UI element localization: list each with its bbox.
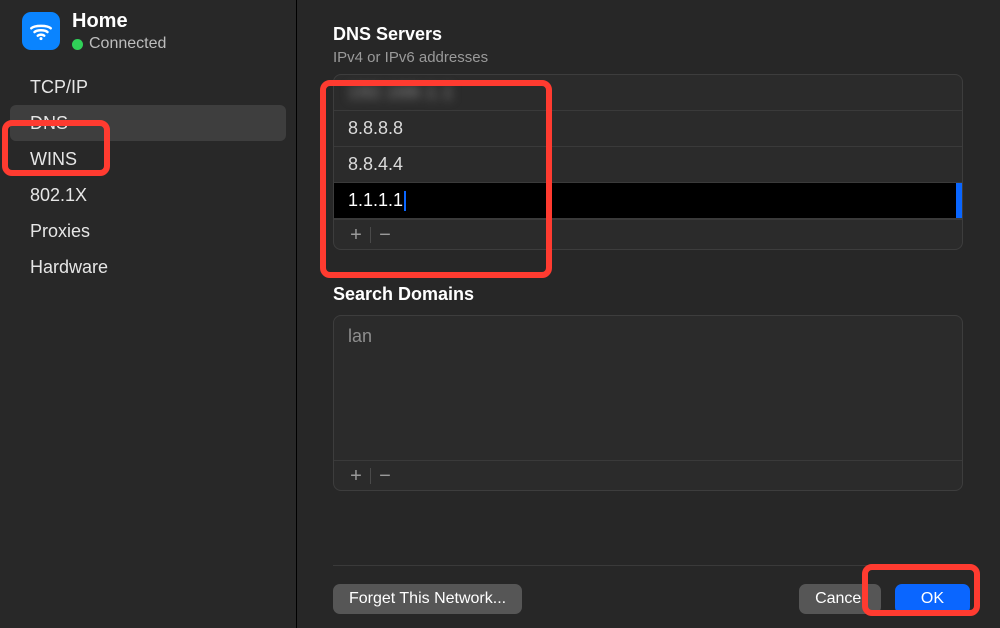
search-domains-list[interactable]: lan + − [333, 315, 963, 491]
network-name: Home [72, 10, 166, 33]
add-search-domain-button[interactable]: + [342, 464, 370, 488]
dns-server-value: 8.8.8.8 [348, 118, 403, 139]
footer: Forget This Network... Cancel OK [333, 565, 970, 614]
dns-servers-list[interactable]: 192.168.1.1 8.8.8.8 8.8.4.4 1.1.1.1 + − [333, 74, 963, 250]
dns-server-row[interactable]: 8.8.4.4 [334, 147, 962, 183]
search-domain-row[interactable]: lan [348, 326, 948, 347]
sidebar-tabs: TCP/IP DNS WINS 802.1X Proxies Hardware [0, 69, 296, 285]
wifi-icon [22, 12, 60, 50]
dns-server-row[interactable]: 8.8.8.8 [334, 111, 962, 147]
search-domains-section: Search Domains lan + − [333, 284, 970, 491]
dns-server-row-editing[interactable]: 1.1.1.1 [334, 183, 962, 219]
status-dot-icon [72, 39, 83, 50]
tab-wins[interactable]: WINS [10, 141, 286, 177]
search-list-toolbar: + − [334, 460, 962, 490]
tab-proxies[interactable]: Proxies [10, 213, 286, 249]
network-status-text: Connected [89, 35, 166, 53]
dns-server-value: 1.1.1.1 [348, 190, 403, 211]
tab-tcpip[interactable]: TCP/IP [10, 69, 286, 105]
dns-section: DNS Servers IPv4 or IPv6 addresses 192.1… [333, 24, 970, 250]
tab-dns[interactable]: DNS [10, 105, 286, 141]
dns-server-row[interactable]: 192.168.1.1 [334, 75, 962, 111]
forget-network-button[interactable]: Forget This Network... [333, 584, 522, 614]
dns-server-value: 8.8.4.4 [348, 154, 403, 175]
add-dns-button[interactable]: + [342, 223, 370, 247]
text-caret-icon [404, 191, 406, 211]
dns-list-toolbar: + − [334, 219, 962, 249]
ok-button[interactable]: OK [895, 584, 970, 614]
network-status: Connected [72, 35, 166, 53]
tab-hardware[interactable]: Hardware [10, 249, 286, 285]
network-header: Home Connected [0, 6, 296, 63]
remove-search-domain-button[interactable]: − [371, 464, 399, 488]
dns-title: DNS Servers [333, 24, 970, 45]
search-domains-title: Search Domains [333, 284, 970, 305]
sidebar: Home Connected TCP/IP DNS WINS 802.1X Pr… [0, 0, 297, 628]
dns-server-value: 192.168.1.1 [348, 82, 454, 103]
tab-8021x[interactable]: 802.1X [10, 177, 286, 213]
cancel-button[interactable]: Cancel [799, 584, 881, 614]
dns-subtitle: IPv4 or IPv6 addresses [333, 49, 970, 66]
main-panel: DNS Servers IPv4 or IPv6 addresses 192.1… [297, 0, 1000, 628]
network-settings-window: Home Connected TCP/IP DNS WINS 802.1X Pr… [0, 0, 1000, 628]
remove-dns-button[interactable]: − [371, 223, 399, 247]
